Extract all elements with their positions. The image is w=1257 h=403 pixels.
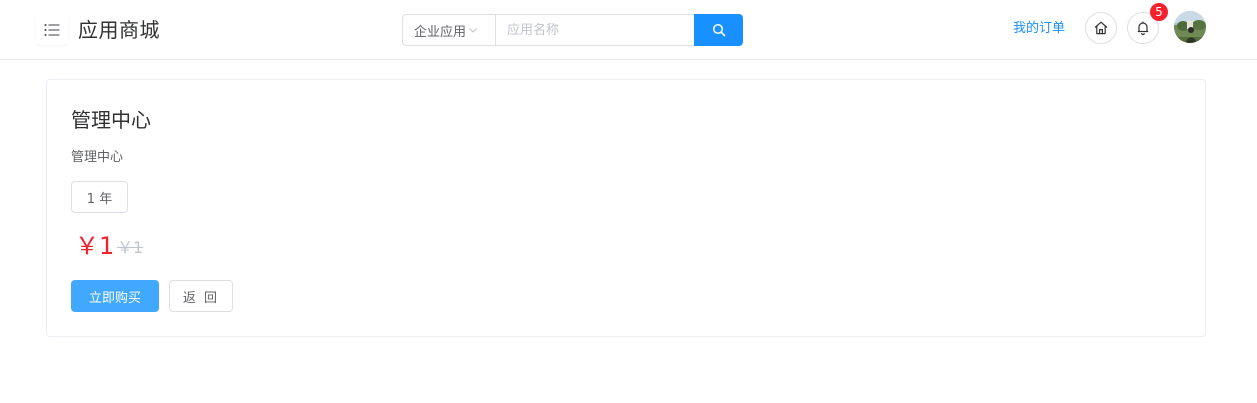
back-button[interactable]: 返 回: [169, 280, 233, 312]
home-button[interactable]: [1085, 12, 1117, 44]
current-price: ￥1: [75, 232, 115, 260]
buy-now-button[interactable]: 立即购买: [71, 280, 159, 312]
plan-option-1-year[interactable]: 1 年: [71, 181, 128, 213]
original-price: ￥1: [117, 238, 144, 257]
menu-toggle-button[interactable]: [36, 15, 68, 45]
search-button[interactable]: [694, 14, 743, 46]
search-bar: 企业应用: [402, 14, 743, 46]
product-description: 管理中心: [71, 150, 124, 165]
product-card: 管理中心 管理中心 1 年 ￥1 ￥1 立即购买 返 回: [46, 79, 1206, 337]
product-title: 管理中心: [71, 108, 151, 132]
bell-icon: [1135, 20, 1151, 36]
search-icon: [712, 23, 726, 37]
search-category-label: 企业应用: [414, 24, 467, 40]
top-header: 应用商城 企业应用 我的订单: [0, 0, 1257, 60]
search-category-select[interactable]: 企业应用: [402, 14, 495, 46]
my-orders-link[interactable]: 我的订单: [1013, 20, 1065, 38]
list-icon: [44, 23, 60, 37]
avatar[interactable]: [1174, 11, 1206, 43]
home-icon: [1093, 20, 1109, 36]
search-input[interactable]: [495, 14, 694, 46]
chevron-down-icon: [468, 25, 478, 35]
notification-badge: 5: [1150, 3, 1168, 21]
app-title: 应用商城: [78, 18, 160, 42]
